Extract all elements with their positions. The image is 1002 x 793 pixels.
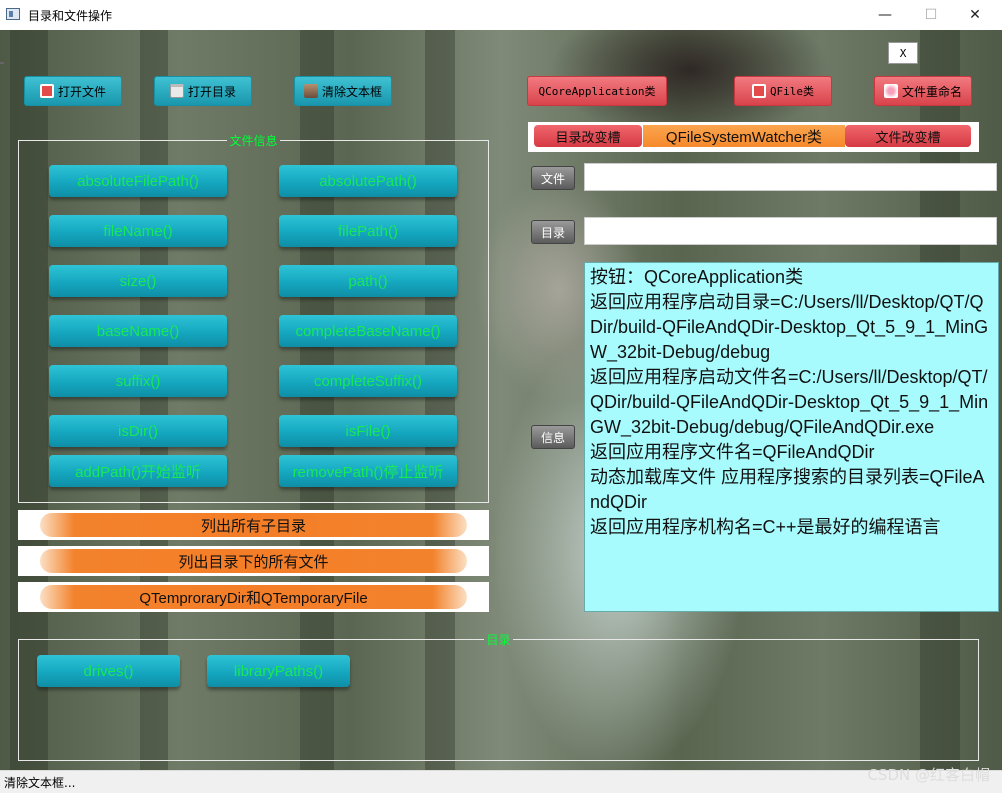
- file-info-method-button[interactable]: baseName(): [49, 315, 227, 347]
- drives-button[interactable]: drives(): [37, 655, 180, 687]
- file-system-watcher-bar: 目录改变槽 QFileSystemWatcher类 文件改变槽: [528, 122, 979, 152]
- open-file-label: 打开文件: [57, 84, 106, 99]
- main-window-client: 打开文件 打开目录 清除文本框 QCoreApplication类 QFile类…: [0, 30, 1002, 770]
- file-info-method-button[interactable]: path(): [279, 265, 457, 297]
- list-subdirs-button[interactable]: 列出所有子目录: [40, 513, 467, 537]
- temporary-dir-button[interactable]: QTemproraryDir和QTemporaryFile: [40, 585, 467, 609]
- file-info-method-button[interactable]: completeBaseName(): [279, 315, 457, 347]
- file-info-method-button[interactable]: suffix(): [49, 365, 227, 397]
- info-line: 动态加载库文件 应用程序搜索的目录列表=QFileAndQDir: [590, 467, 985, 512]
- file-info-method-button[interactable]: filePath(): [279, 215, 457, 247]
- info-text-area[interactable]: 按钮：QCoreApplication类 返回应用程序启动目录=C:/Users…: [584, 262, 999, 612]
- info-line: 返回应用程序启动目录=C:/Users/ll/Desktop/QT/QDir/b…: [590, 292, 989, 362]
- list-subdirs-row: 列出所有子目录: [18, 510, 489, 540]
- file-info-method-button[interactable]: absolutePath(): [279, 165, 457, 197]
- x-button[interactable]: X: [888, 42, 918, 64]
- info-line: 返回应用程序机构名=C++是最好的编程语言: [590, 517, 941, 537]
- picture-icon: [303, 84, 318, 98]
- flower-icon: [883, 84, 898, 98]
- status-bar: 清除文本框...: [0, 770, 1002, 793]
- close-button[interactable]: ✕: [952, 0, 998, 30]
- file-info-method-button[interactable]: isDir(): [49, 415, 227, 447]
- status-text: 清除文本框...: [4, 776, 76, 790]
- file-info-method-button[interactable]: fileName(): [49, 215, 227, 247]
- watermark: CSDN @红客白帽: [867, 766, 990, 784]
- dir-label-button[interactable]: 目录: [531, 220, 575, 244]
- file-info-method-button[interactable]: addPath()开始监听: [49, 455, 227, 487]
- open-file-button[interactable]: 打开文件: [24, 76, 122, 106]
- directory-legend: 目录: [486, 633, 511, 647]
- file-info-method-button[interactable]: absoluteFilePath(): [49, 165, 227, 197]
- clear-text-button[interactable]: 清除文本框: [294, 76, 392, 106]
- rename-file-label: 文件重命名: [901, 84, 962, 99]
- file-info-method-button[interactable]: completeSuffix(): [279, 365, 457, 397]
- document-icon: [751, 84, 766, 98]
- qcoreapplication-button[interactable]: QCoreApplication类: [527, 76, 667, 106]
- minimize-button[interactable]: —: [862, 0, 908, 30]
- library-paths-button[interactable]: libraryPaths(): [207, 655, 350, 687]
- info-line: 返回应用程序启动文件名=C:/Users/ll/Desktop/QT/QDir/…: [590, 367, 989, 437]
- window-title: 目录和文件操作: [28, 9, 113, 23]
- file-system-watcher-label: QFileSystemWatcher类: [643, 125, 845, 147]
- qfile-button[interactable]: QFile类: [734, 76, 832, 106]
- app-icon: [6, 8, 20, 20]
- file-info-method-button[interactable]: size(): [49, 265, 227, 297]
- info-label-button[interactable]: 信息: [531, 425, 575, 449]
- folder-icon: [169, 84, 184, 98]
- open-directory-button[interactable]: 打开目录: [154, 76, 252, 106]
- open-directory-label: 打开目录: [187, 84, 236, 99]
- file-info-method-button[interactable]: removePath()停止监听: [279, 455, 457, 487]
- list-files-button[interactable]: 列出目录下的所有文件: [40, 549, 467, 573]
- title-bar: 目录和文件操作 — ☐ ✕: [0, 0, 1002, 30]
- toolbar-grip: [0, 62, 4, 64]
- file-info-method-button[interactable]: isFile(): [279, 415, 457, 447]
- list-files-row: 列出目录下的所有文件: [18, 546, 489, 576]
- dir-path-input[interactable]: [584, 217, 997, 245]
- info-line: 返回应用程序文件名=QFileAndQDir: [590, 442, 875, 462]
- qfile-label: QFile类: [769, 85, 815, 98]
- rename-file-button[interactable]: 文件重命名: [874, 76, 972, 106]
- temporary-dir-row: QTemproraryDir和QTemporaryFile: [18, 582, 489, 612]
- maximize-button[interactable]: ☐: [908, 0, 954, 30]
- file-changed-slot-button[interactable]: 文件改变槽: [845, 125, 971, 147]
- file-info-legend: 文件信息: [229, 134, 278, 148]
- clear-text-label: 清除文本框: [321, 84, 382, 99]
- dir-changed-slot-button[interactable]: 目录改变槽: [534, 125, 642, 147]
- file-label-button[interactable]: 文件: [531, 166, 575, 190]
- document-icon: [39, 84, 54, 98]
- directory-group: 目录: [18, 631, 979, 761]
- info-line: 按钮：QCoreApplication类: [590, 267, 804, 287]
- file-path-input[interactable]: [584, 163, 997, 191]
